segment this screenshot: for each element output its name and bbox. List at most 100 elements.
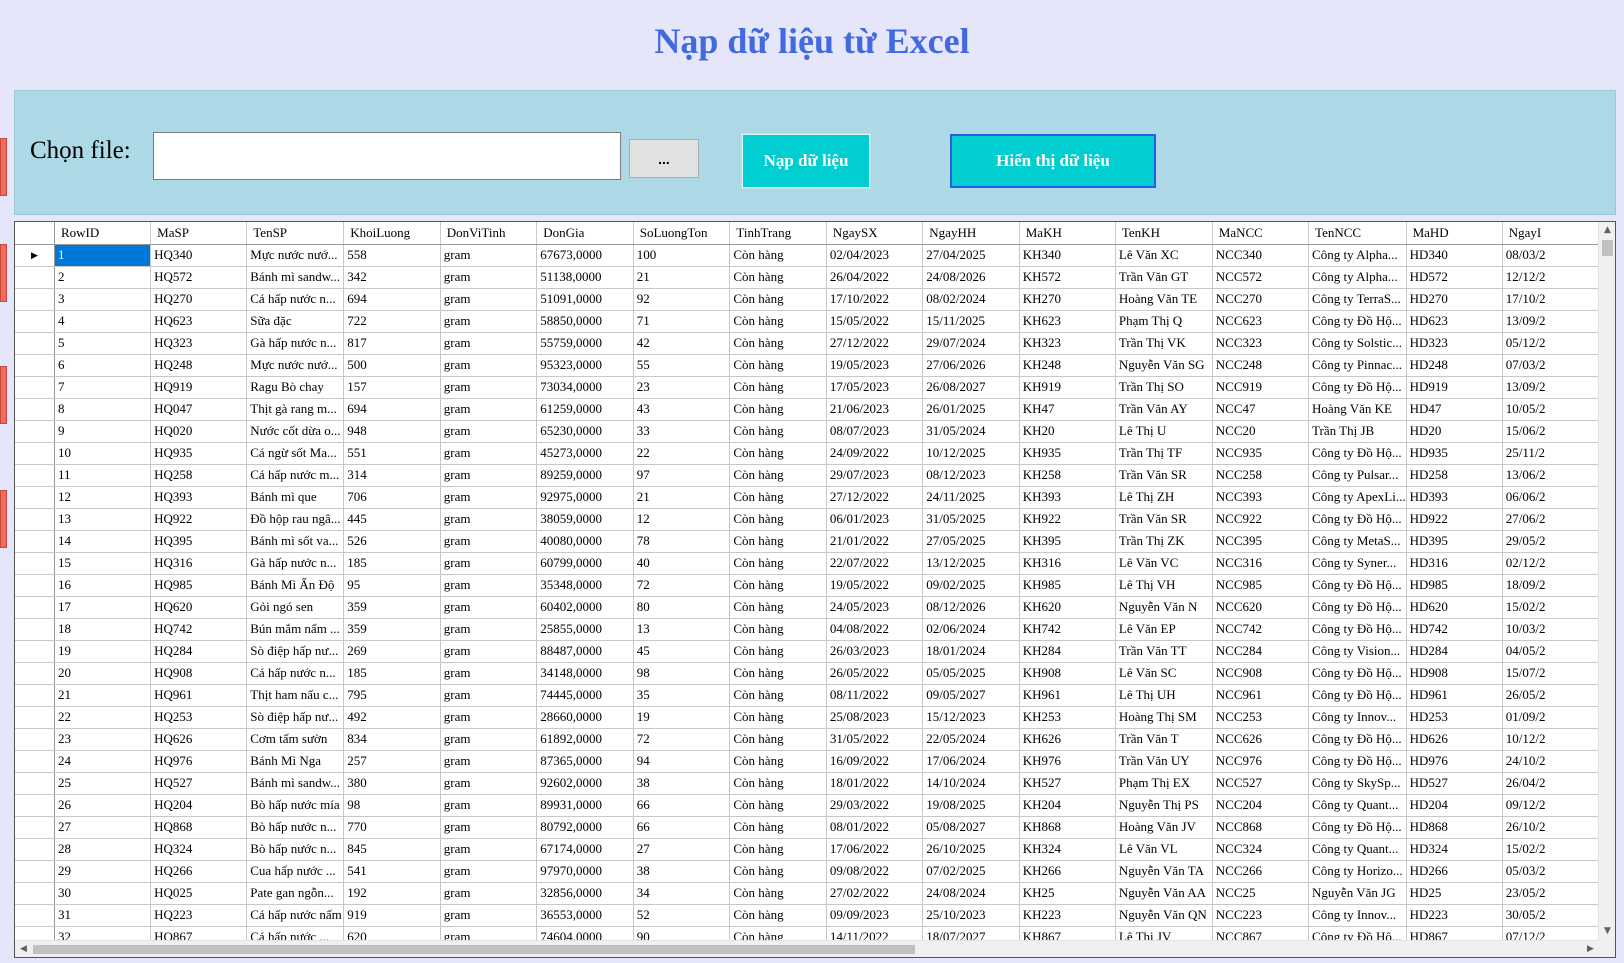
table-cell[interactable]: HD919 [1406, 376, 1503, 399]
vertical-scrollbar[interactable]: ▲ ▼ [1598, 222, 1615, 940]
table-cell[interactable]: Trần Văn AY [1115, 398, 1213, 421]
table-cell[interactable]: Bánh Mì Ấn Độ [246, 574, 345, 597]
table-cell[interactable]: 1 [54, 244, 152, 267]
table-cell[interactable]: 14 [54, 530, 152, 553]
table-cell[interactable]: 17/06/2022 [826, 838, 924, 861]
table-cell[interactable]: 17/05/2023 [826, 376, 924, 399]
table-cell[interactable]: Gà hấp nước n... [246, 552, 345, 575]
table-cell[interactable]: NCC248 [1212, 354, 1310, 377]
table-cell[interactable]: NCC223 [1212, 904, 1310, 927]
table-row[interactable]: 25 HQ527 Bánh mì sandw... 380 gram 92602,0000… [15, 772, 1599, 795]
table-cell[interactable]: 24/08/2024 [922, 882, 1020, 905]
table-row[interactable]: 30 HQ025 Pate gan ngỗn... 192 gram 32856,0000… [15, 882, 1599, 905]
table-row[interactable]: 8 HQ047 Thịt gà rang m... 694 gram 61259,0000… [15, 398, 1599, 421]
table-cell[interactable]: 22/05/2024 [922, 728, 1020, 751]
table-cell[interactable]: 24/08/2026 [922, 266, 1020, 289]
table-cell[interactable]: 919 [343, 904, 441, 927]
table-cell[interactable]: 31/05/2024 [922, 420, 1020, 443]
table-cell[interactable]: 9 [54, 420, 152, 443]
table-cell[interactable]: 28660,0000 [536, 706, 634, 729]
table-cell[interactable]: 08/03/2 [1502, 244, 1599, 267]
table-cell[interactable]: 3 [54, 288, 152, 311]
table-cell[interactable]: Trần Thị JB [1308, 420, 1407, 443]
column-header[interactable]: NgayHH [922, 222, 1020, 245]
horizontal-scroll-thumb[interactable] [33, 945, 915, 954]
table-cell[interactable]: 66 [633, 794, 731, 817]
table-cell[interactable]: 34 [633, 882, 731, 905]
table-cell[interactable]: 27/02/2022 [826, 882, 924, 905]
table-cell[interactable]: 24/11/2025 [922, 486, 1020, 509]
row-header[interactable] [15, 574, 55, 597]
table-cell[interactable]: 21/01/2022 [826, 530, 924, 553]
row-header[interactable] [15, 486, 55, 509]
table-cell[interactable]: Công ty Đồ Hộ... [1308, 750, 1407, 773]
table-cell[interactable]: 43 [633, 398, 731, 421]
table-cell[interactable]: Công ty Alpha... [1308, 266, 1407, 289]
table-cell[interactable]: Còn hàng [729, 310, 827, 333]
table-cell[interactable]: Lê Thị JV [1115, 926, 1213, 940]
table-cell[interactable]: KH340 [1019, 244, 1116, 267]
table-cell[interactable]: Lê Thị VH [1115, 574, 1213, 597]
table-cell[interactable]: HD868 [1406, 816, 1503, 839]
table-cell[interactable]: 24 [54, 750, 152, 773]
row-header[interactable] [15, 288, 55, 311]
table-cell[interactable]: KH935 [1019, 442, 1116, 465]
table-cell[interactable]: KH867 [1019, 926, 1116, 940]
column-header[interactable]: TinhTrang [729, 222, 827, 245]
table-cell[interactable]: KH393 [1019, 486, 1116, 509]
table-cell[interactable]: HQ395 [150, 530, 248, 553]
table-cell[interactable]: 185 [343, 552, 441, 575]
table-cell[interactable]: 18/01/2022 [826, 772, 924, 795]
show-data-button[interactable]: Hiển thị dữ liệu [950, 134, 1156, 188]
table-cell[interactable]: HQ258 [150, 464, 248, 487]
table-cell[interactable]: 15/12/2023 [922, 706, 1020, 729]
table-cell[interactable]: HD284 [1406, 640, 1503, 663]
table-cell[interactable]: HQ020 [150, 420, 248, 443]
table-cell[interactable]: Công ty Pulsar... [1308, 464, 1407, 487]
table-cell[interactable]: 722 [343, 310, 441, 333]
table-cell[interactable]: 09/09/2023 [826, 904, 924, 927]
table-cell[interactable]: gram [440, 772, 538, 795]
table-cell[interactable]: 22 [54, 706, 152, 729]
table-cell[interactable]: NCC623 [1212, 310, 1310, 333]
scroll-up-icon[interactable]: ▲ [1599, 222, 1615, 239]
table-cell[interactable]: NCC976 [1212, 750, 1310, 773]
table-cell[interactable]: Mực nước nướ... [246, 354, 345, 377]
table-cell[interactable]: Hoàng Văn JV [1115, 816, 1213, 839]
table-cell[interactable]: HD908 [1406, 662, 1503, 685]
table-cell[interactable]: 541 [343, 860, 441, 883]
table-cell[interactable]: KH626 [1019, 728, 1116, 751]
table-row[interactable]: 12 HQ393 Bánh mì que 706 gram 92975,0000 21 Còn… [15, 486, 1599, 509]
table-row[interactable]: 19 HQ284 Sò điệp hấp nư... 269 gram 88487,000… [15, 640, 1599, 663]
table-cell[interactable]: 05/03/2 [1502, 860, 1599, 883]
table-cell[interactable]: Công ty Innov... [1308, 904, 1407, 927]
table-cell[interactable]: Sò điệp hấp nư... [246, 640, 345, 663]
table-cell[interactable]: 13 [54, 508, 152, 531]
table-cell[interactable]: Cá hấp nước n... [246, 288, 345, 311]
table-cell[interactable]: 74445,0000 [536, 684, 634, 707]
table-cell[interactable]: Còn hàng [729, 816, 827, 839]
table-cell[interactable]: Lê Thị UH [1115, 684, 1213, 707]
table-cell[interactable]: 15/07/2 [1502, 662, 1599, 685]
table-cell[interactable]: 13/12/2025 [922, 552, 1020, 575]
table-cell[interactable]: 02/06/2024 [922, 618, 1020, 641]
table-cell[interactable]: NCC626 [1212, 728, 1310, 751]
table-cell[interactable]: 845 [343, 838, 441, 861]
table-cell[interactable]: 06/01/2023 [826, 508, 924, 531]
table-cell[interactable]: 32856,0000 [536, 882, 634, 905]
table-cell[interactable]: Lê Văn VC [1115, 552, 1213, 575]
table-cell[interactable]: Bánh mì sốt va... [246, 530, 345, 553]
table-cell[interactable]: 24/10/2 [1502, 750, 1599, 773]
table-cell[interactable]: 10 [54, 442, 152, 465]
table-cell[interactable]: 31/05/2025 [922, 508, 1020, 531]
table-cell[interactable]: Đồ hộp rau ngâ... [246, 508, 345, 531]
table-cell[interactable]: Trần Thị SO [1115, 376, 1213, 399]
table-cell[interactable]: 01/09/2 [1502, 706, 1599, 729]
data-grid[interactable]: RowID MaSP TenSP KhoiLuong DonViTinh DonGia So… [14, 221, 1616, 958]
table-cell[interactable]: gram [440, 530, 538, 553]
table-cell[interactable]: 08/12/2026 [922, 596, 1020, 619]
table-cell[interactable]: Lê Văn VL [1115, 838, 1213, 861]
table-cell[interactable]: 45273,0000 [536, 442, 634, 465]
table-row[interactable]: 9 HQ020 Nước cốt dừa o... 948 gram 65230,0000… [15, 420, 1599, 443]
table-cell[interactable]: gram [440, 508, 538, 531]
